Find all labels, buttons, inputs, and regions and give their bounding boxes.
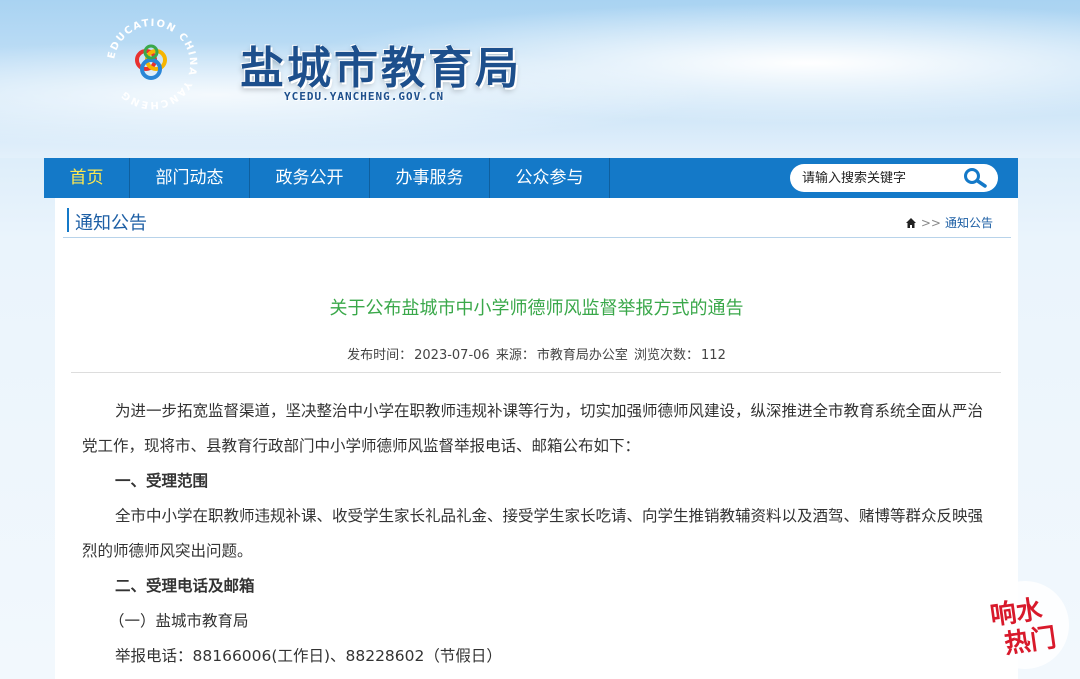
- source-value: 市教育局办公室: [536, 348, 628, 363]
- breadcrumb: >> 通知公告: [905, 214, 993, 231]
- views-label: 浏览次数：: [634, 348, 700, 363]
- article-title: 关于公布盐城市中小学师德师风监督举报方式的通告: [329, 298, 744, 319]
- published-label: 发布时间：: [347, 348, 413, 363]
- watermark-logo: 响水 热门: [981, 581, 1069, 669]
- search-icon[interactable]: [960, 167, 990, 189]
- divider: [71, 372, 1001, 373]
- search-input[interactable]: [802, 170, 962, 186]
- article-body: 为进一步拓宽监督渠道，坚决整治中小学在职教师违规补课等行为，切实加强师德师风建设…: [82, 394, 987, 674]
- views-count: 112: [701, 348, 726, 363]
- nav-item-government-affairs[interactable]: 政务公开: [250, 158, 370, 198]
- site-logo[interactable]: EDUCATION CHINA YANCHENG: [104, 16, 200, 112]
- nav-item-home[interactable]: 首页: [44, 158, 130, 198]
- breadcrumb-current[interactable]: 通知公告: [945, 214, 993, 231]
- article-subheading: （一）盐城市教育局: [109, 612, 249, 630]
- article-paragraph: 为进一步拓宽监督渠道，坚决整治中小学在职教师违规补课等行为，切实加强师德师风建设…: [82, 402, 984, 455]
- breadcrumb-separator: >>: [920, 215, 941, 230]
- nav-item-services[interactable]: 办事服务: [370, 158, 490, 198]
- main-nav: 首页 部门动态 政务公开 办事服务 公众参与: [44, 158, 1018, 198]
- content-panel: 通知公告 >> 通知公告 关于公布盐城市中小学师德师风监督举报方式的通告 发布时…: [55, 198, 1018, 679]
- article-meta: 发布时间： 2023-07-06 来源： 市教育局办公室 浏览次数： 112: [55, 344, 1018, 363]
- nav-item-public-participation[interactable]: 公众参与: [490, 158, 610, 198]
- section-header: 通知公告 >> 通知公告: [63, 204, 1011, 238]
- nav-item-department-news[interactable]: 部门动态: [130, 158, 250, 198]
- site-header: EDUCATION CHINA YANCHENG 盐城市教育局 YCEDU.YA…: [0, 0, 1080, 158]
- published-date: 2023-07-06: [414, 348, 490, 363]
- home-icon[interactable]: [905, 217, 917, 229]
- article-heading: 一、受理范围: [115, 472, 209, 490]
- article-paragraph: 全市中小学在职教师违规补课、收受学生家长礼品礼金、接受学生家长吃请、向学生推销教…: [82, 507, 984, 560]
- site-domain: YCEDU.YANCHENG.GOV.CN: [284, 90, 445, 103]
- section-marker: [67, 208, 69, 232]
- search-box: [790, 164, 998, 192]
- article-paragraph: 举报电话：88166006(工作日)、88228602（节假日）: [115, 647, 502, 665]
- section-title: 通知公告: [75, 213, 147, 234]
- article-heading: 二、受理电话及邮箱: [115, 577, 255, 595]
- source-label: 来源：: [495, 348, 535, 363]
- site-title: 盐城市教育局: [240, 43, 522, 94]
